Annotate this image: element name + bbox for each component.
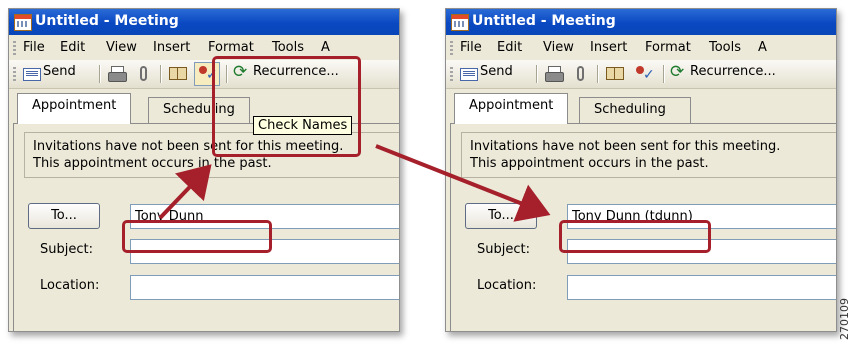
arrow-to-check-names bbox=[158, 164, 212, 220]
arrow-to-result bbox=[375, 144, 551, 222]
callout-arrows bbox=[158, 144, 551, 222]
